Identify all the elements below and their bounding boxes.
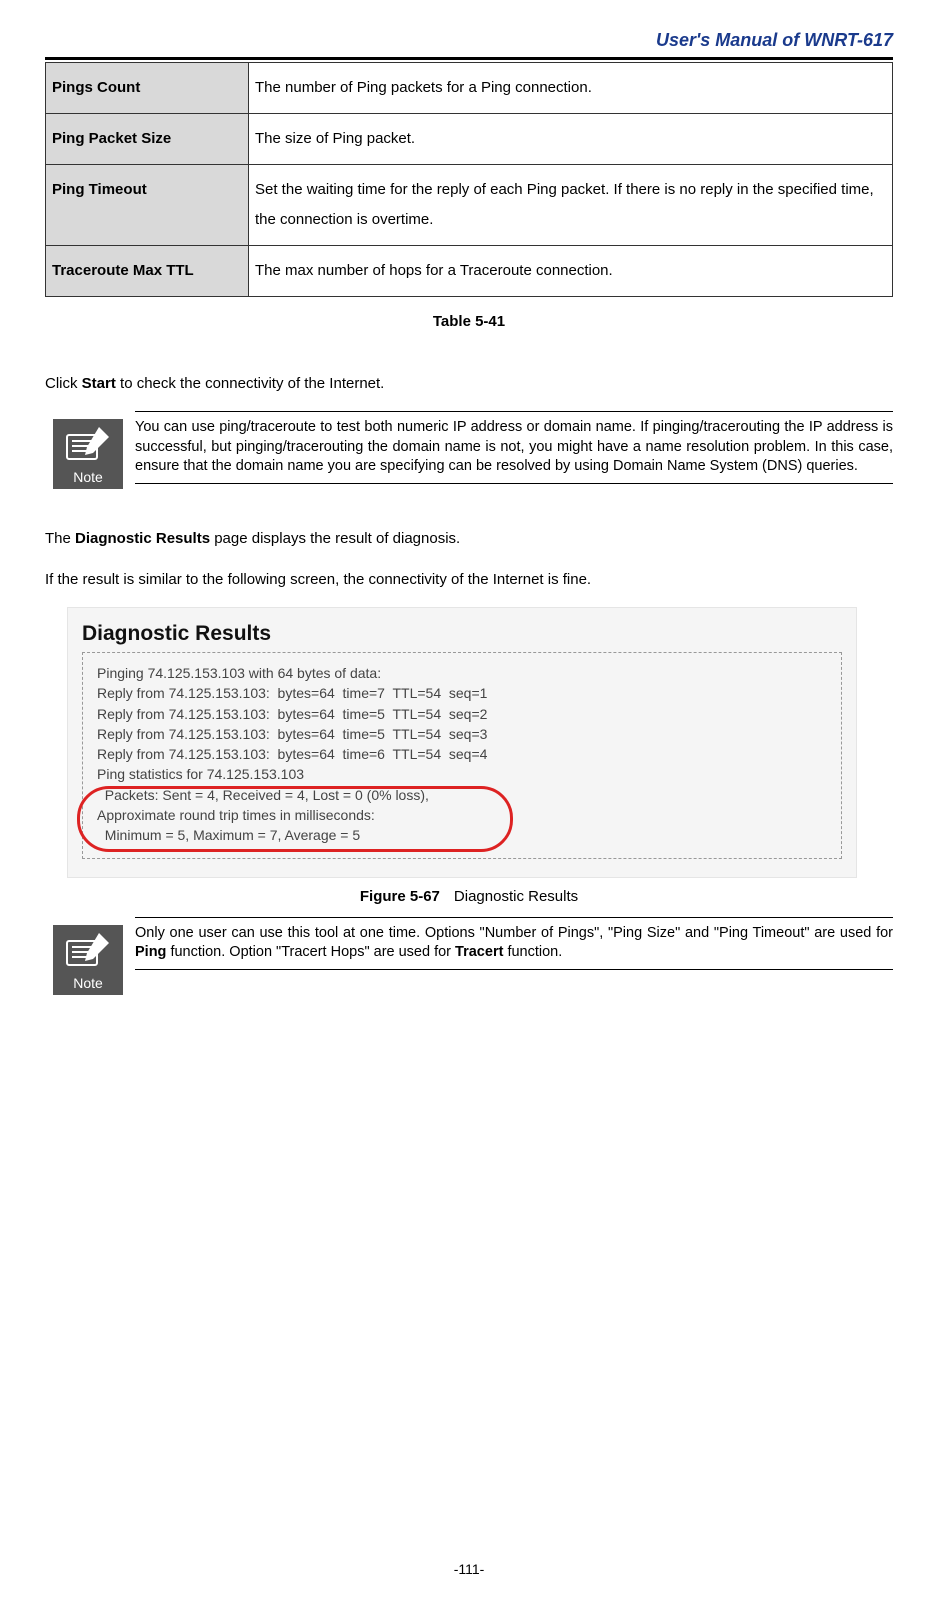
diag-line: Minimum = 5, Maximum = 7, Average = 5 bbox=[97, 825, 831, 845]
notepad-icon bbox=[63, 425, 113, 465]
table-row: Pings Count The number of Ping packets f… bbox=[46, 63, 893, 114]
notepad-icon bbox=[63, 931, 113, 971]
start-instruction: Click Start to check the connectivity of… bbox=[45, 370, 893, 397]
figure-caption-text: Diagnostic Results bbox=[454, 888, 578, 905]
start-bold: Start bbox=[82, 375, 116, 392]
diagnostic-title: Diagnostic Results bbox=[82, 622, 842, 646]
param-label: Ping Packet Size bbox=[46, 114, 249, 165]
table-row: Traceroute Max TTL The max number of hop… bbox=[46, 246, 893, 297]
table-row: Ping Packet Size The size of Ping packet… bbox=[46, 114, 893, 165]
param-label: Ping Timeout bbox=[46, 165, 249, 246]
diag-line: Reply from 74.125.153.103: bytes=64 time… bbox=[97, 744, 831, 764]
parameter-table: Pings Count The number of Ping packets f… bbox=[45, 62, 893, 297]
diag-line: Approximate round trip times in millisec… bbox=[97, 805, 831, 825]
table-caption: Table 5-41 bbox=[45, 313, 893, 330]
text-bold: Ping bbox=[135, 944, 166, 960]
note-icon: Note bbox=[53, 419, 123, 489]
text: function. bbox=[503, 944, 562, 960]
figure-caption: Figure 5-67 Diagnostic Results bbox=[45, 888, 893, 905]
note-rule-bottom bbox=[135, 969, 893, 970]
text-bold: Diagnostic Results bbox=[75, 530, 210, 547]
page-header-title: User's Manual of WNRT-617 bbox=[45, 20, 893, 57]
text: page displays the result of diagnosis. bbox=[210, 530, 460, 547]
diag-line: Reply from 74.125.153.103: bytes=64 time… bbox=[97, 724, 831, 744]
note-icon: Note bbox=[53, 925, 123, 995]
note-rule-bottom bbox=[135, 483, 893, 484]
diag-line: Reply from 74.125.153.103: bytes=64 time… bbox=[97, 683, 831, 703]
param-desc: The max number of hops for a Traceroute … bbox=[249, 246, 893, 297]
text: function. Option "Tracert Hops" are used… bbox=[166, 944, 455, 960]
param-label: Traceroute Max TTL bbox=[46, 246, 249, 297]
param-label: Pings Count bbox=[46, 63, 249, 114]
table-row: Ping Timeout Set the waiting time for th… bbox=[46, 165, 893, 246]
diag-line: Reply from 74.125.153.103: bytes=64 time… bbox=[97, 704, 831, 724]
diagnostic-results-figure: Diagnostic Results Pinging 74.125.153.10… bbox=[67, 607, 857, 878]
text: to check the connectivity of the Interne… bbox=[116, 375, 384, 392]
diagnostic-intro-1: The Diagnostic Results page displays the… bbox=[45, 525, 893, 552]
page-number: -111- bbox=[0, 1561, 938, 1577]
text: Click bbox=[45, 375, 82, 392]
note-label: Note bbox=[73, 975, 103, 995]
diag-line: Pinging 74.125.153.103 with 64 bytes of … bbox=[97, 663, 831, 683]
header-rule bbox=[45, 57, 893, 60]
diag-line: Packets: Sent = 4, Received = 4, Lost = … bbox=[97, 785, 831, 805]
text-bold: Tracert bbox=[455, 944, 503, 960]
text: The bbox=[45, 530, 75, 547]
note-block: Note You can use ping/traceroute to test… bbox=[53, 411, 893, 489]
diagnostic-output-panel: Pinging 74.125.153.103 with 64 bytes of … bbox=[82, 652, 842, 859]
diag-line: Ping statistics for 74.125.153.103 bbox=[97, 764, 831, 784]
note-text: Only one user can use this tool at one t… bbox=[135, 918, 893, 969]
text: Only one user can use this tool at one t… bbox=[135, 925, 893, 941]
figure-number: Figure 5-67 bbox=[360, 888, 440, 905]
note-label: Note bbox=[73, 469, 103, 489]
diagnostic-intro-2: If the result is similar to the followin… bbox=[45, 566, 893, 593]
param-desc: The number of Ping packets for a Ping co… bbox=[249, 63, 893, 114]
note-text: You can use ping/traceroute to test both… bbox=[135, 412, 893, 483]
note-block: Note Only one user can use this tool at … bbox=[53, 917, 893, 995]
param-desc: Set the waiting time for the reply of ea… bbox=[249, 165, 893, 246]
param-desc: The size of Ping packet. bbox=[249, 114, 893, 165]
